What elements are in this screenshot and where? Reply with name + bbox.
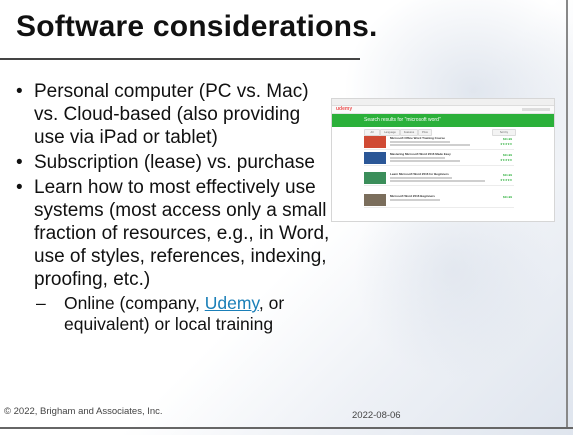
- course-price: $11.99: [502, 195, 512, 199]
- slide: Software considerations. • Personal comp…: [0, 0, 573, 435]
- course-description: [390, 144, 470, 146]
- bullet-item: • Personal computer (PC vs. Mac) vs. Clo…: [16, 80, 336, 149]
- course-price: $11.99: [502, 153, 512, 157]
- search-banner: Search results for "microsoft word": [332, 114, 554, 127]
- udemy-header: udemy: [332, 106, 554, 114]
- bullet-item: • Learn how to most effectively use syst…: [16, 176, 336, 291]
- browser-address-bar: [332, 99, 554, 106]
- course-subtitle: [390, 199, 440, 201]
- title-underline: [0, 58, 360, 60]
- course-subtitle: [390, 177, 452, 179]
- sub-bullet-item: – Online (company, Udemy, or equivalent)…: [16, 293, 336, 335]
- slide-frame-bottom: [0, 427, 573, 429]
- course-title: Microsoft Office Word Training Course: [390, 136, 445, 140]
- result-row: Microsoft Office Word Training Course $1…: [364, 135, 514, 150]
- result-row: Learn Microsoft Word 2016 for Beginners …: [364, 171, 514, 186]
- result-row: Microsoft Word 2016 Beginners $11.99: [364, 193, 514, 208]
- course-thumbnail: [364, 172, 386, 184]
- slide-title: Software considerations.: [16, 10, 378, 43]
- rating-stars: ★★★★★: [500, 158, 512, 162]
- course-title: Learn Microsoft Word 2016 for Beginners: [390, 172, 449, 176]
- course-thumbnail: [364, 194, 386, 206]
- course-description: [390, 160, 460, 162]
- sub-bullet-marker: –: [36, 293, 46, 313]
- course-price: $11.99: [502, 173, 512, 177]
- bullet-text: Subscription (lease) vs. purchase: [34, 152, 315, 173]
- course-title: Microsoft Word 2016 Beginners: [390, 194, 435, 198]
- course-subtitle: [390, 141, 450, 143]
- course-price: $11.99: [502, 137, 512, 141]
- rating-stars: ★★★★★: [500, 142, 512, 146]
- sub-bullet-text-before: Online (company,: [64, 293, 205, 313]
- rating-stars: ★★★★★: [500, 178, 512, 182]
- course-description: [390, 180, 485, 182]
- udemy-search-screenshot: udemy Search results for "microsoft word…: [331, 98, 555, 222]
- bullet-marker: •: [16, 152, 23, 173]
- udemy-logo: udemy: [336, 106, 353, 112]
- date-footer: 2022-08-06: [352, 410, 401, 421]
- bullet-text: Learn how to most effectively use system…: [34, 177, 330, 290]
- bullet-marker: •: [16, 81, 23, 102]
- bullet-list: • Personal computer (PC vs. Mac) vs. Clo…: [16, 80, 336, 335]
- bullet-item: • Subscription (lease) vs. purchase: [16, 151, 336, 174]
- copyright-footer: © 2022, Brigham and Associates, Inc.: [4, 406, 163, 417]
- course-thumbnail: [364, 152, 386, 164]
- course-thumbnail: [364, 136, 386, 148]
- course-title: Mastering Microsoft Word 2016 Made Easy: [390, 152, 451, 156]
- bullet-marker: •: [16, 177, 23, 198]
- search-banner-text: Search results for "microsoft word": [364, 117, 441, 123]
- bullet-text: Personal computer (PC vs. Mac) vs. Cloud…: [34, 81, 309, 148]
- header-controls: [522, 108, 550, 111]
- result-row: Mastering Microsoft Word 2016 Made Easy …: [364, 151, 514, 166]
- slide-frame-right: [566, 0, 568, 429]
- udemy-link[interactable]: Udemy: [205, 293, 259, 313]
- course-subtitle: [390, 157, 445, 159]
